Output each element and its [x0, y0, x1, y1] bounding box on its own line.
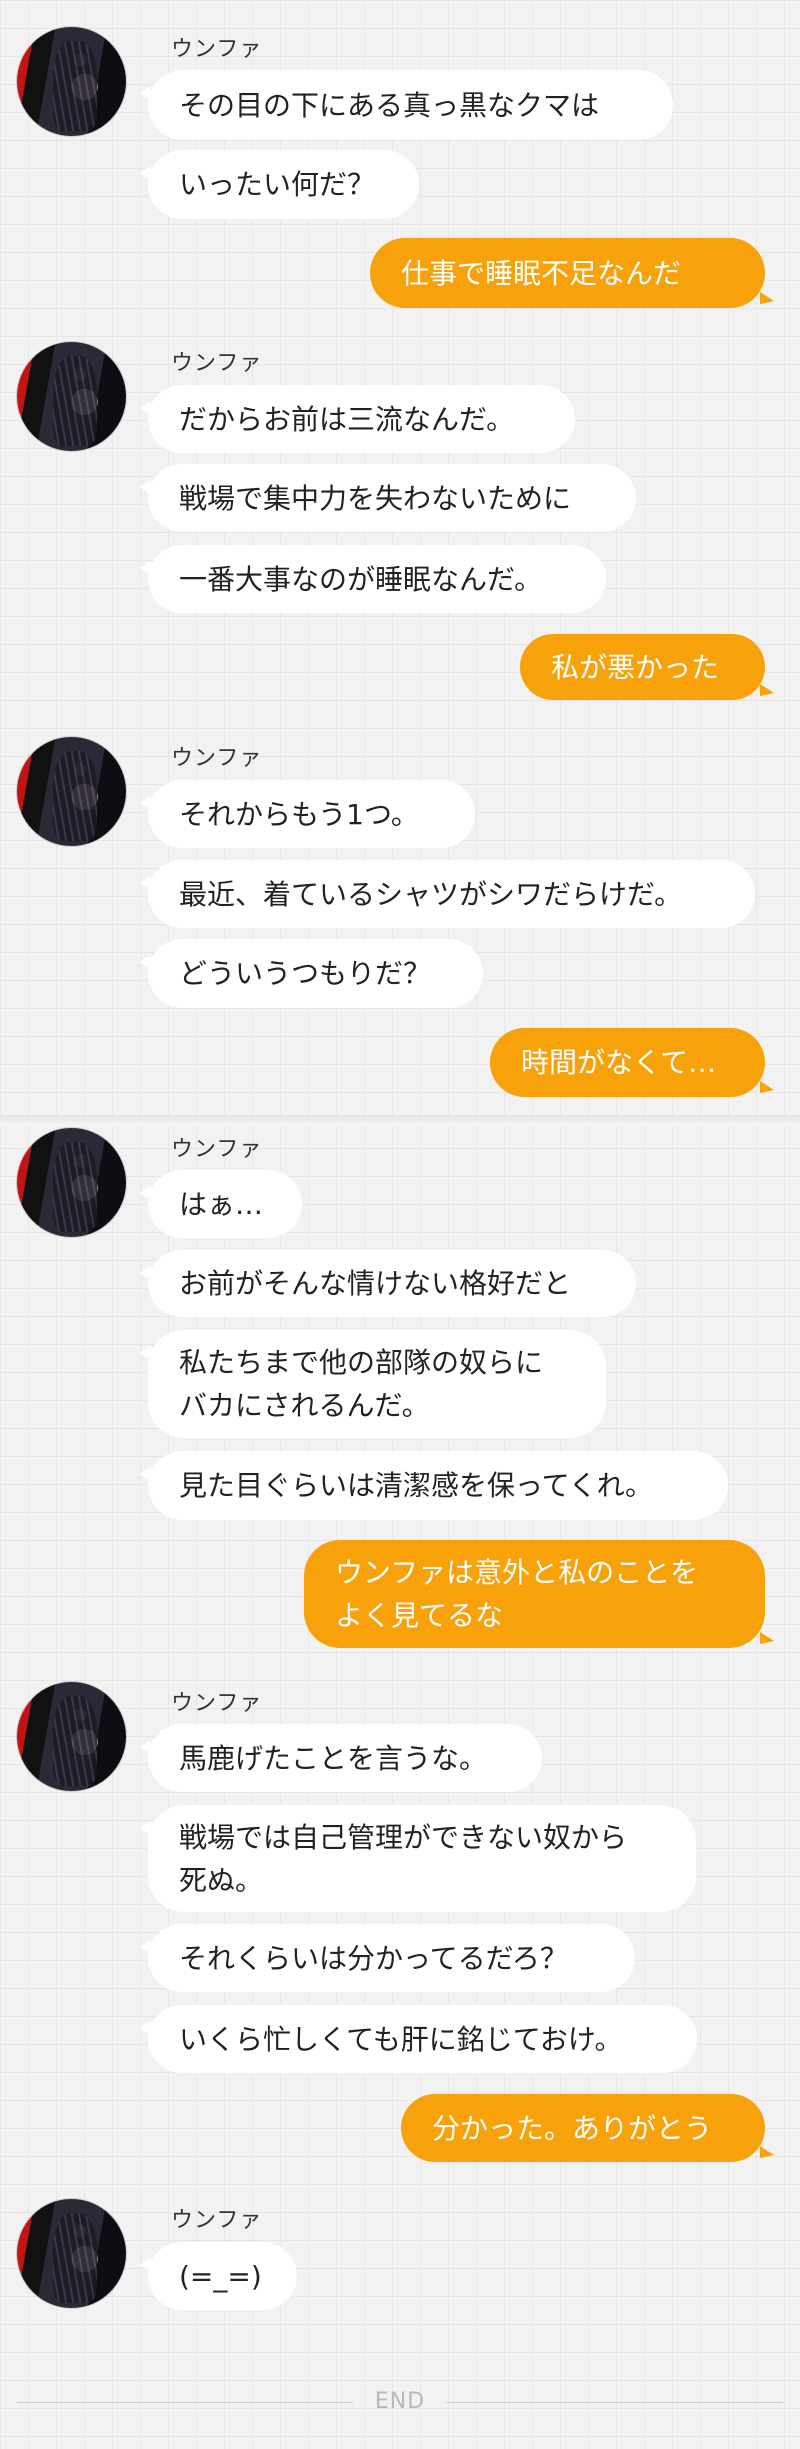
- avatar[interactable]: [17, 2199, 126, 2308]
- sender-name: ウンファ: [171, 1137, 263, 1162]
- incoming-message-bubble[interactable]: 見た目ぐらいは清潔感を保ってくれ。: [139, 1451, 728, 1520]
- incoming-message-bubble[interactable]: 私たちまで他の部隊の奴らに バカにされるんだ。: [139, 1330, 606, 1438]
- outgoing-message-bubble[interactable]: 時間がなくて…: [490, 1028, 774, 1097]
- sender-name: ウンファ: [171, 2208, 263, 2233]
- sender-name: ウンファ: [171, 1691, 263, 1716]
- incoming-message-bubble[interactable]: 戦場では自己管理ができない奴から 死ぬ。: [139, 1805, 696, 1912]
- incoming-message-bubble[interactable]: お前がそんな情けない格好だと: [139, 1250, 636, 1317]
- avatar[interactable]: [17, 27, 126, 136]
- incoming-message-bubble[interactable]: いくら忙しくても肝に銘じておけ。: [139, 2005, 697, 2073]
- outgoing-message-bubble[interactable]: 私が悪かった: [520, 634, 774, 700]
- incoming-message-bubble[interactable]: 戦場で集中力を失わないために: [139, 464, 636, 532]
- outgoing-message-bubble[interactable]: 分かった。ありがとう: [401, 2094, 774, 2162]
- incoming-message-bubble[interactable]: 最近、着ているシャツがシワだらけだ。: [139, 860, 755, 928]
- section-divider: [0, 1115, 800, 1127]
- incoming-message-bubble[interactable]: その目の下にある真っ黒なクマは: [139, 70, 673, 140]
- end-divider-right: [446, 2402, 783, 2403]
- incoming-message-bubble[interactable]: それからもう1つ。: [139, 780, 475, 848]
- outgoing-message-bubble[interactable]: ウンファは意外と私のことを よく見てるな: [304, 1540, 774, 1648]
- incoming-message-bubble[interactable]: どういうつもりだ？: [139, 939, 483, 1008]
- incoming-message-bubble[interactable]: いったい何だ？: [139, 150, 419, 219]
- incoming-message-bubble[interactable]: (=_=): [139, 2242, 297, 2310]
- end-label: END: [374, 2389, 426, 2414]
- outgoing-message-bubble[interactable]: 仕事で睡眠不足なんだ: [370, 238, 774, 308]
- sender-name: ウンファ: [171, 351, 263, 376]
- incoming-message-bubble[interactable]: 一番大事なのが睡眠なんだ。: [139, 545, 606, 613]
- incoming-message-bubble[interactable]: はぁ…: [139, 1170, 302, 1238]
- avatar[interactable]: [17, 737, 126, 846]
- avatar[interactable]: [17, 342, 126, 451]
- incoming-message-bubble[interactable]: 馬鹿げたことを言うな。: [139, 1724, 542, 1792]
- avatar[interactable]: [17, 1128, 126, 1237]
- chat-log: ウンファ その目の下にある真っ黒なクマは いったい何だ？ 仕事で睡眠不足なんだ ウンファ…: [0, 0, 800, 2449]
- sender-name: ウンファ: [171, 37, 263, 62]
- end-divider-left: [17, 2402, 353, 2403]
- incoming-message-bubble[interactable]: それくらいは分かってるだろ？: [139, 1924, 635, 1992]
- sender-name: ウンファ: [171, 746, 263, 771]
- avatar[interactable]: [17, 1682, 126, 1791]
- incoming-message-bubble[interactable]: だからお前は三流なんだ。: [139, 385, 575, 453]
